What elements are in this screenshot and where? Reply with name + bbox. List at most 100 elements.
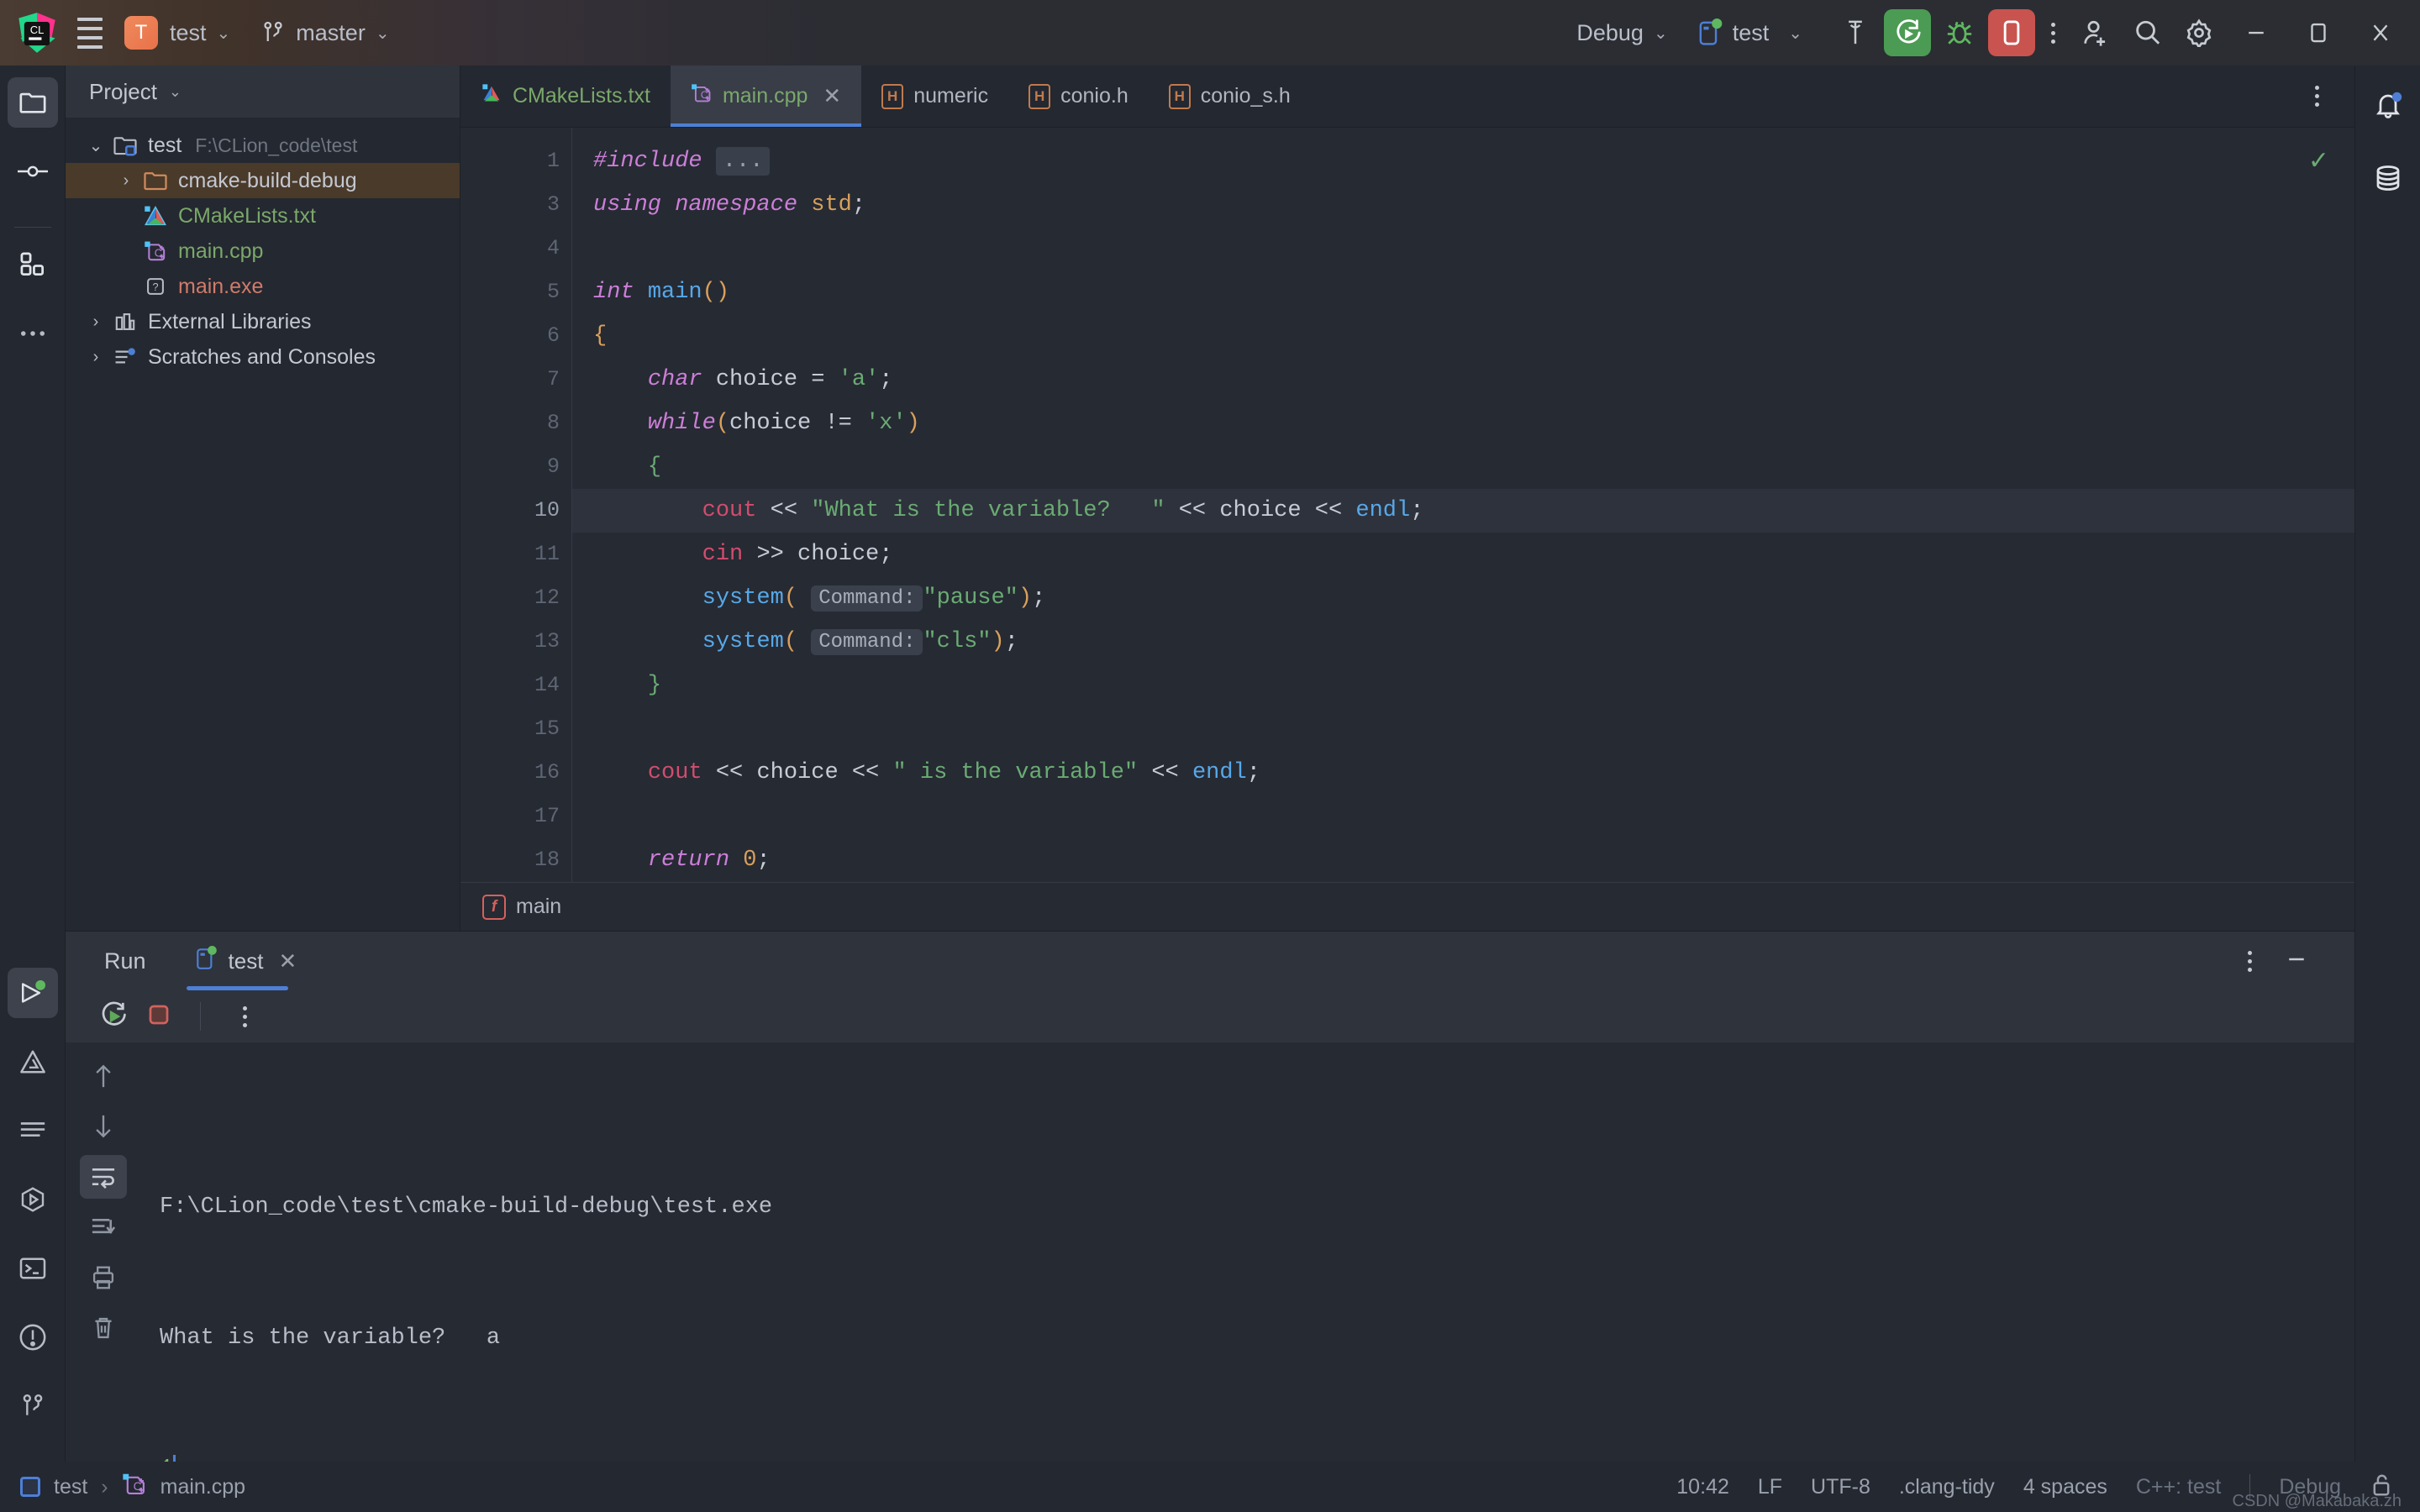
tree-node-external-libraries[interactable]: › External Libraries bbox=[66, 304, 460, 339]
sidebar-item-commit[interactable] bbox=[8, 146, 58, 197]
library-icon bbox=[111, 309, 139, 334]
scroll-up-button[interactable] bbox=[80, 1054, 127, 1098]
sidebar-item-problems[interactable] bbox=[8, 1037, 58, 1087]
code-content[interactable]: #include ... using namespace std; int ma… bbox=[571, 128, 2354, 882]
close-icon[interactable]: ✕ bbox=[278, 948, 297, 974]
window-close-button[interactable] bbox=[2349, 0, 2412, 66]
run-configuration-selector[interactable]: test ⌄ bbox=[1698, 18, 1811, 47]
editor-tab-more-button[interactable] bbox=[2302, 86, 2333, 107]
sidebar-item-run[interactable] bbox=[8, 968, 58, 1018]
database-button[interactable] bbox=[2363, 153, 2413, 203]
sidebar-item-services[interactable] bbox=[8, 1174, 58, 1225]
account-button[interactable] bbox=[2071, 9, 2118, 56]
tab-cmakelists[interactable]: CMakeLists.txt bbox=[460, 66, 671, 127]
tree-node-test[interactable]: ⌄ test F:\CLion_code\test bbox=[66, 128, 460, 163]
main-body: Project ⌄ ⌄ test bbox=[0, 66, 2420, 1462]
line-number: 14 bbox=[460, 664, 571, 707]
tree-node-main-exe[interactable]: ? main.exe bbox=[66, 269, 460, 304]
rerun-button[interactable] bbox=[99, 1000, 128, 1033]
debug-label: Debug bbox=[1576, 20, 1644, 46]
console-row: F:\CLion_code\test\cmake-build-debug\tes… bbox=[66, 1042, 2354, 1462]
build-button[interactable] bbox=[1832, 9, 1879, 56]
scroll-down-button[interactable] bbox=[80, 1105, 127, 1148]
run-config-icon bbox=[1698, 18, 1723, 47]
right-tool-rail bbox=[2354, 66, 2420, 1462]
status-encoding[interactable]: UTF-8 bbox=[1811, 1475, 1870, 1499]
code-editor[interactable]: 1 3 4 5 6 7 8 9 10 11 12 13 14 bbox=[460, 128, 2354, 882]
more-actions-button[interactable] bbox=[2038, 23, 2069, 44]
line-number-gutter: 1 3 4 5 6 7 8 9 10 11 12 13 14 bbox=[460, 128, 571, 882]
console-output[interactable]: F:\CLion_code\test\cmake-build-debug\tes… bbox=[141, 1042, 2354, 1462]
tab-conio-h[interactable]: H conio.h bbox=[1008, 66, 1149, 127]
project-panel-header[interactable]: Project ⌄ bbox=[66, 66, 460, 118]
editor-tab-actions bbox=[2302, 66, 2354, 127]
scroll-to-end-button[interactable] bbox=[80, 1205, 127, 1249]
branch-selector[interactable]: master ⌄ bbox=[260, 20, 397, 46]
code-line: #include ... bbox=[571, 139, 2354, 183]
expand-chevron-icon[interactable]: › bbox=[111, 171, 141, 191]
sidebar-item-alerts[interactable] bbox=[8, 1312, 58, 1362]
window-maximize-button[interactable] bbox=[2287, 0, 2349, 66]
soft-wrap-button[interactable] bbox=[80, 1155, 127, 1199]
stop-button[interactable] bbox=[1988, 9, 2035, 56]
tree-node-cmake-build-debug[interactable]: › cmake-build-debug bbox=[66, 163, 460, 198]
project-selector[interactable]: T test ⌄ bbox=[124, 16, 239, 50]
stop-process-button[interactable] bbox=[146, 1002, 171, 1032]
expand-chevron-icon[interactable]: › bbox=[81, 348, 111, 367]
breadcrumb-separator-icon: › bbox=[101, 1475, 108, 1499]
tab-numeric[interactable]: H numeric bbox=[861, 66, 1008, 127]
editor-area: CMakeLists.txt C mai bbox=[460, 66, 2354, 931]
expand-chevron-icon[interactable]: ⌄ bbox=[81, 135, 111, 156]
run-toolbar-more-button[interactable] bbox=[229, 1006, 260, 1027]
arrow-up-icon bbox=[92, 1062, 115, 1090]
parameter-hint: Command: bbox=[811, 585, 923, 612]
sidebar-item-plugins[interactable] bbox=[8, 239, 58, 290]
code-line: using namespace std; bbox=[571, 183, 2354, 227]
status-project-label[interactable]: test bbox=[54, 1475, 87, 1499]
tab-conio-s-h[interactable]: H conio_s.h bbox=[1149, 66, 1311, 127]
clear-all-button[interactable] bbox=[80, 1306, 127, 1350]
tree-label: main.cpp bbox=[178, 239, 263, 264]
line-number: 5 bbox=[460, 270, 571, 314]
hexagon-play-icon bbox=[18, 1186, 47, 1213]
clion-window: CL T test ⌄ master ⌄ Deb bbox=[0, 0, 2420, 1512]
status-file-label[interactable]: main.cpp bbox=[160, 1475, 245, 1499]
editor-breadcrumb[interactable]: f main bbox=[460, 882, 2354, 931]
sidebar-item-version-control[interactable] bbox=[8, 1381, 58, 1431]
tab-main-cpp[interactable]: C main.cpp ✕ bbox=[671, 66, 861, 127]
inspection-status-icon[interactable]: ✓ bbox=[2308, 146, 2329, 176]
close-icon[interactable]: ✕ bbox=[823, 83, 841, 109]
status-caret-position[interactable]: 10:42 bbox=[1676, 1475, 1729, 1499]
sidebar-item-terminal[interactable] bbox=[8, 1243, 58, 1294]
tree-node-cmakelists[interactable]: CMakeLists.txt bbox=[66, 198, 460, 234]
expand-chevron-icon[interactable]: › bbox=[81, 312, 111, 332]
tab-label: numeric bbox=[913, 84, 988, 108]
tree-node-scratches[interactable]: › Scratches and Consoles bbox=[66, 339, 460, 375]
run-triangle-icon bbox=[18, 980, 47, 1005]
run-panel-more-button[interactable] bbox=[2234, 951, 2265, 972]
tree-node-main-cpp[interactable]: C main.cpp bbox=[66, 234, 460, 269]
status-bar: test › C main.cpp 10:42 LF UTF-8 .clang-… bbox=[0, 1462, 2420, 1512]
status-line-ending[interactable]: LF bbox=[1758, 1475, 1782, 1499]
run-tab-test[interactable]: test ✕ bbox=[180, 932, 313, 990]
settings-button[interactable] bbox=[2175, 9, 2223, 56]
folded-region[interactable]: ... bbox=[716, 147, 771, 176]
sidebar-item-todo[interactable] bbox=[8, 1105, 58, 1156]
toolbar-divider bbox=[200, 1002, 201, 1031]
status-indent[interactable]: 4 spaces bbox=[2023, 1475, 2107, 1499]
search-everywhere-button[interactable] bbox=[2123, 9, 2170, 56]
wrap-icon bbox=[90, 1165, 117, 1189]
run-button[interactable] bbox=[1884, 9, 1931, 56]
window-minimize-button[interactable] bbox=[2225, 0, 2287, 66]
run-panel-minimize-button[interactable] bbox=[2272, 947, 2321, 976]
sidebar-item-project[interactable] bbox=[8, 77, 58, 128]
notifications-button[interactable] bbox=[2363, 81, 2413, 131]
status-inspection-profile[interactable]: .clang-tidy bbox=[1899, 1475, 1995, 1499]
main-menu-button[interactable] bbox=[71, 13, 109, 52]
status-toolchain[interactable]: C++: test bbox=[2136, 1475, 2221, 1499]
print-button[interactable] bbox=[80, 1256, 127, 1299]
debug-config-selector[interactable]: Debug ⌄ bbox=[1576, 20, 1676, 46]
debug-button[interactable] bbox=[1936, 9, 1983, 56]
breadcrumb-label: main bbox=[516, 895, 561, 919]
sidebar-item-more[interactable] bbox=[8, 308, 58, 359]
